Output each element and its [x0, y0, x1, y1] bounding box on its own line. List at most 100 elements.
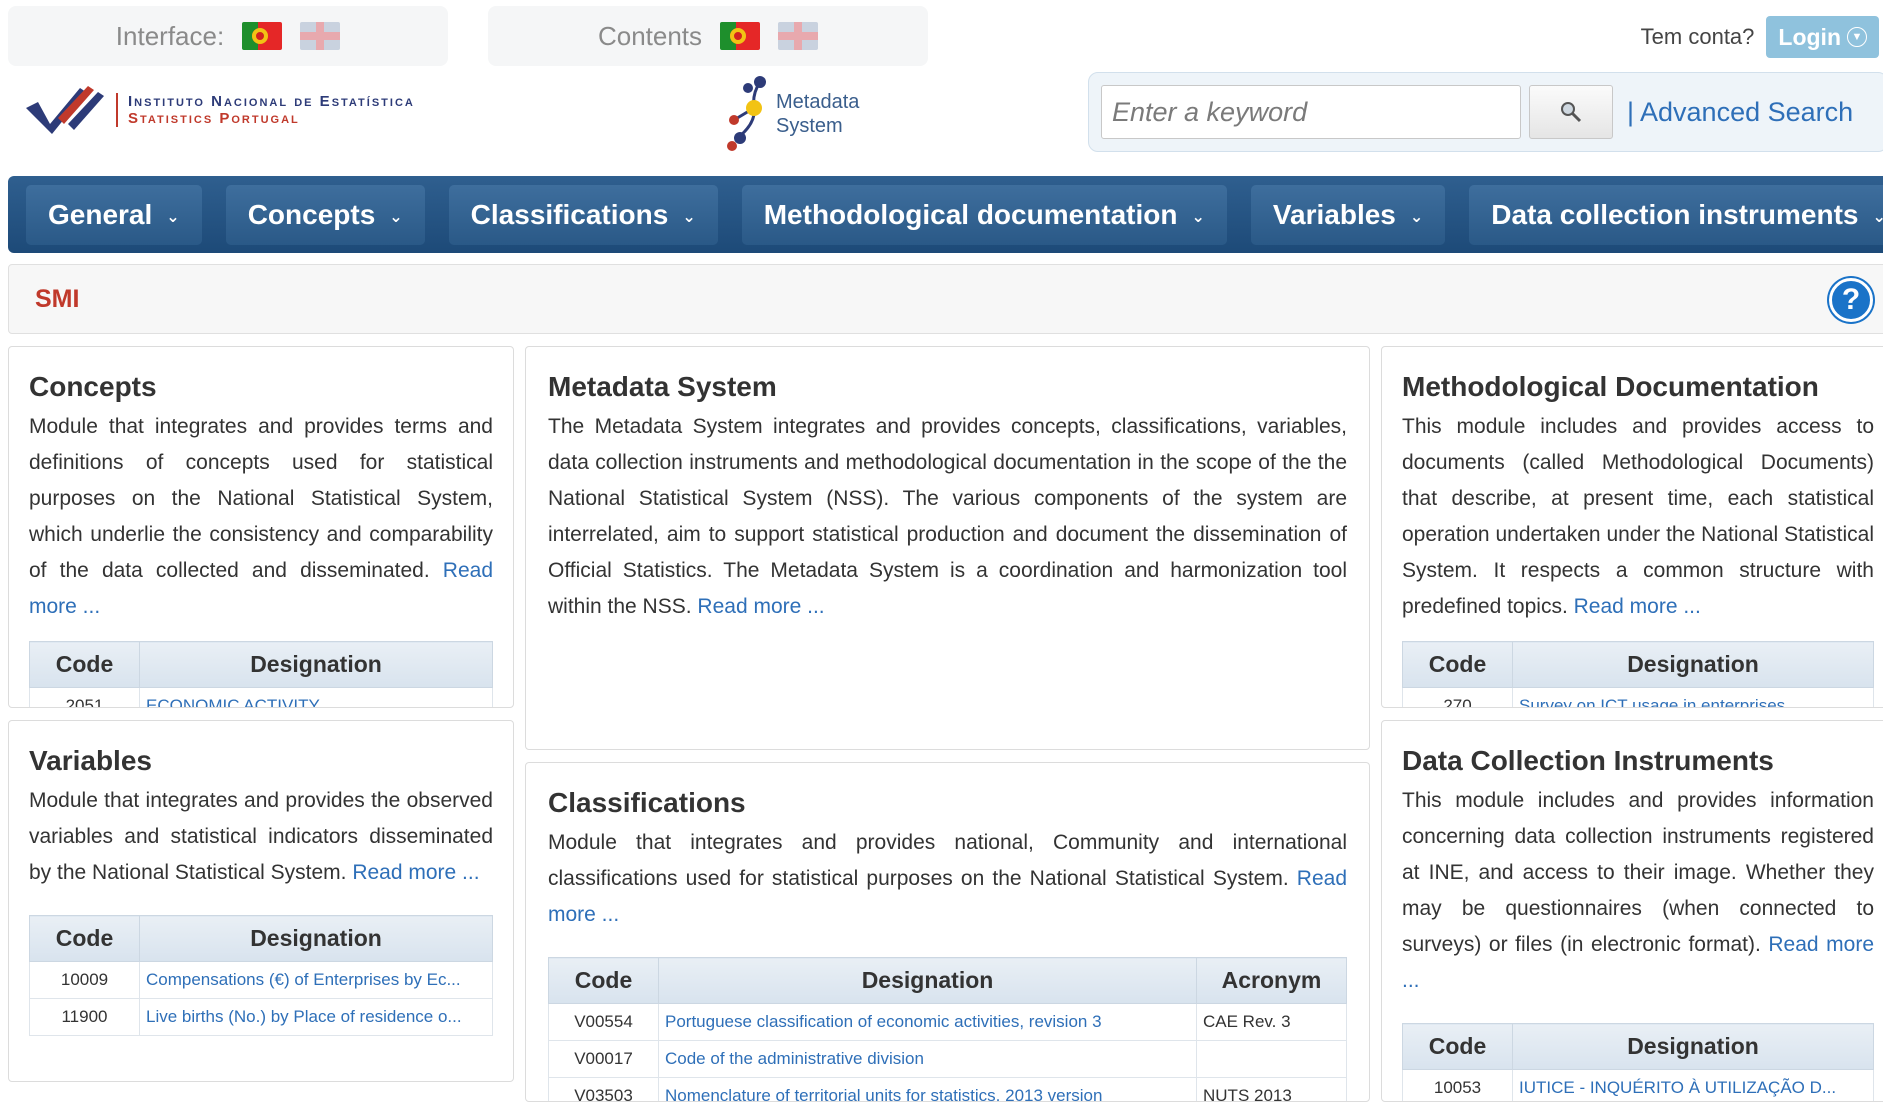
nav-data-collection-instruments[interactable]: Data collection instruments ⌄: [1469, 184, 1883, 245]
column-header-code: Code: [548, 957, 659, 1004]
sm-logo-line-1: Metadata: [776, 91, 860, 113]
row-designation-link[interactable]: Compensations (€) of Enterprises by Ec..…: [139, 961, 493, 999]
contents-label: Contents: [597, 20, 703, 51]
account-question: Tem conta?: [1640, 24, 1755, 49]
metadata-system-title: Metadata System: [548, 371, 777, 402]
account-area: Tem conta? Login ▼: [1641, 16, 1879, 58]
methodological-documentation-title: Methodological Documentation: [1402, 371, 1819, 402]
classifications-table: Code Designation Acronym V00554 Portugue…: [548, 957, 1347, 1101]
table-row: 10053 IUTICE - INQUÉRITO À UTILIZAÇÃO D.…: [1402, 1069, 1874, 1101]
row-code: V03503: [548, 1077, 659, 1101]
row-code: 2051: [29, 687, 140, 707]
methodological-documentation-description: This module includes and provides access…: [1402, 415, 1874, 618]
row-code: 10053: [1402, 1069, 1513, 1101]
row-designation-link[interactable]: Portuguese classification of economic ac…: [658, 1003, 1197, 1041]
chevron-down-icon: ⌄: [1191, 208, 1205, 226]
variables-read-more-link[interactable]: Read more ...: [352, 861, 479, 884]
uk-flag-icon[interactable]: [300, 22, 341, 50]
variables-title: Variables: [29, 745, 152, 776]
instruments-table: Code Designation 10053 IUTICE - INQUÉRIT…: [1402, 1023, 1874, 1101]
variables-table: Code Designation 10009 Compensations (€)…: [29, 915, 493, 1036]
table-row: 270 Survey on ICT usage in enterprises: [1402, 687, 1874, 707]
interface-language-selector: Interface:: [8, 6, 448, 66]
data-collection-instruments-panel: Data Collection Instruments This module …: [1381, 720, 1883, 1102]
classifications-description: Module that integrates and provides nati…: [548, 831, 1347, 890]
search-bar: |Advanced Search: [1088, 72, 1883, 152]
column-header-code: Code: [1402, 641, 1513, 688]
search-icon: [1561, 102, 1582, 123]
column-header-designation: Designation: [139, 641, 493, 688]
sm-logo-line-2: System: [776, 115, 843, 137]
row-designation-link[interactable]: IUTICE - INQUÉRITO À UTILIZAÇÃO D...: [1512, 1069, 1874, 1101]
uk-flag-icon[interactable]: [778, 22, 819, 50]
methodological-documentation-panel: Methodological Documentation This module…: [1381, 346, 1883, 708]
chevron-down-icon: ⌄: [1872, 208, 1883, 226]
row-code: 10009: [29, 961, 140, 999]
column-header-designation: Designation: [1512, 641, 1874, 688]
help-icon[interactable]: ?: [1829, 278, 1873, 322]
row-acronym: NUTS 2013: [1196, 1077, 1347, 1101]
row-designation-link[interactable]: Code of the administrative division: [658, 1040, 1197, 1078]
table-row: 2051 ECONOMIC ACTIVITY: [29, 687, 493, 707]
page-title: SMI: [35, 284, 80, 313]
nav-concepts[interactable]: Concepts ⌄: [225, 184, 425, 245]
concepts-table: Code Designation 2051 ECONOMIC ACTIVITY: [29, 641, 493, 707]
concepts-description: Module that integrates and provides term…: [29, 415, 493, 582]
metadata-read-more-link[interactable]: Read more ...: [697, 595, 824, 618]
row-code: 11900: [29, 998, 140, 1036]
methodological-read-more-link[interactable]: Read more ...: [1574, 595, 1701, 618]
column-header-code: Code: [29, 915, 140, 962]
row-designation-link[interactable]: Live births (No.) by Place of residence …: [139, 998, 493, 1036]
ine-logo[interactable]: Instituto Nacional de Estatística Statis…: [24, 84, 415, 136]
methodological-table: Code Designation 270 Survey on ICT usage…: [1402, 641, 1874, 707]
row-code: 270: [1402, 687, 1513, 707]
column-header-code: Code: [29, 641, 140, 688]
column-header-designation: Designation: [658, 957, 1197, 1004]
column-header-acronym: Acronym: [1196, 957, 1347, 1004]
metadata-system-logo[interactable]: Metadata System: [724, 74, 859, 154]
table-row: 11900 Live births (No.) by Place of resi…: [29, 998, 493, 1036]
nav-methodological-documentation[interactable]: Methodological documentation ⌄: [741, 184, 1227, 245]
nav-general[interactable]: General ⌄: [26, 184, 202, 245]
login-button[interactable]: Login ▼: [1766, 16, 1879, 58]
metadata-network-icon: [727, 76, 766, 151]
row-designation-link[interactable]: Survey on ICT usage in enterprises: [1512, 687, 1874, 707]
nav-variables[interactable]: Variables ⌄: [1250, 184, 1446, 245]
classifications-title: Classifications: [548, 787, 746, 818]
portugal-flag-icon[interactable]: [720, 22, 761, 50]
metadata-system-panel: Metadata System The Metadata System inte…: [525, 346, 1370, 750]
contents-language-selector: Contents: [488, 6, 928, 66]
logo-line-1: Instituto Nacional de Estatística: [128, 92, 415, 110]
row-designation-link[interactable]: ECONOMIC ACTIVITY: [139, 687, 493, 707]
main-navbar: General ⌄ Concepts ⌄ Classifications ⌄ Meth…: [8, 176, 1883, 253]
portugal-flag-icon[interactable]: [242, 22, 283, 50]
column-header-designation: Designation: [139, 915, 493, 962]
chevron-down-icon: ⌄: [166, 208, 180, 226]
interface-label: Interface:: [115, 20, 225, 51]
row-designation-link[interactable]: Nomenclature of territorial units for st…: [658, 1077, 1197, 1101]
table-row: V03503 Nomenclature of territorial units…: [548, 1077, 1347, 1101]
nav-classifications[interactable]: Classifications ⌄: [448, 184, 718, 245]
column-header-code: Code: [1402, 1023, 1513, 1070]
search-button[interactable]: [1529, 85, 1613, 139]
ine-checkmark-icon: [26, 86, 104, 134]
chevron-down-icon: ▼: [1847, 27, 1867, 47]
table-row: V00017 Code of the administrative divisi…: [548, 1040, 1347, 1078]
classifications-panel: Classifications Module that integrates a…: [525, 762, 1370, 1102]
data-collection-instruments-description: This module includes and provides inform…: [1402, 789, 1874, 956]
row-code: V00017: [548, 1040, 659, 1078]
logo-line-2: Statistics Portugal: [128, 110, 300, 127]
column-header-designation: Designation: [1512, 1023, 1874, 1070]
chevron-down-icon: ⌄: [1409, 208, 1424, 226]
variables-panel: Variables Module that integrates and pro…: [8, 720, 514, 1082]
chevron-down-icon: ⌄: [389, 208, 403, 226]
concepts-panel: Concepts Module that integrates and prov…: [8, 346, 514, 708]
concepts-title: Concepts: [29, 371, 157, 402]
login-label: Login: [1778, 23, 1841, 50]
search-input[interactable]: [1101, 85, 1521, 139]
table-row: V00554 Portuguese classification of econ…: [548, 1003, 1347, 1041]
metadata-system-description: The Metadata System integrates and provi…: [548, 415, 1347, 618]
table-row: 10009 Compensations (€) of Enterprises b…: [29, 961, 493, 999]
advanced-search-link[interactable]: | Advanced Search: [1627, 97, 1853, 128]
breadcrumb: SMI: [8, 264, 1883, 334]
